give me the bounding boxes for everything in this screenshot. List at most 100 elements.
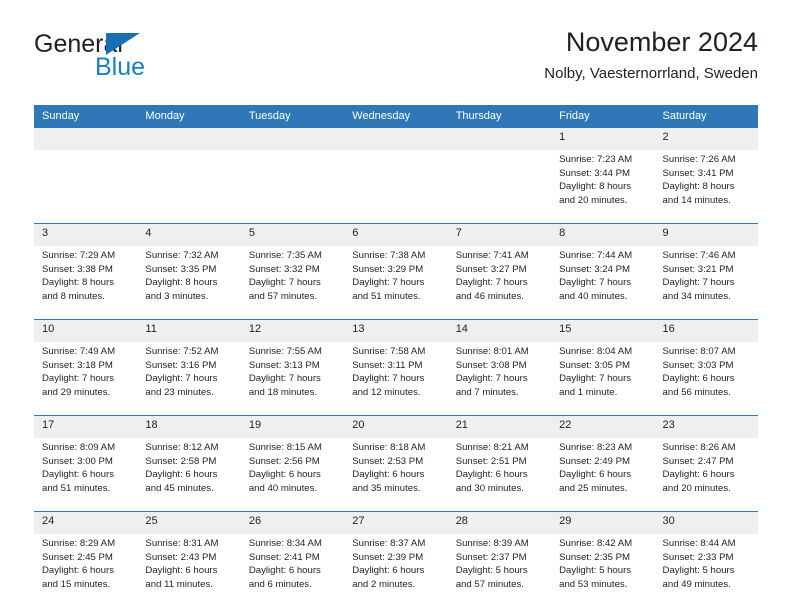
day-number-6[interactable]: 6: [344, 223, 448, 246]
day-number-28[interactable]: 28: [447, 511, 552, 534]
day-detail-line: Sunrise: 7:38 AM: [352, 250, 426, 261]
day-details-12: Sunrise: 7:55 AM Sunset: 3:13 PM Daylight:…: [240, 342, 345, 416]
day-details-23: Sunrise: 8:26 AM Sunset: 2:47 PM Daylight:…: [654, 438, 758, 512]
day-detail-line: Sunrise: 8:09 AM: [42, 442, 116, 453]
day-detail-line: Sunset: 3:11 PM: [352, 359, 423, 371]
day-number-19[interactable]: 19: [240, 415, 345, 438]
day-detail-line: and 11 minutes.: [145, 578, 213, 590]
day-number-1[interactable]: 1: [551, 127, 655, 150]
day-number-12[interactable]: 12: [240, 319, 345, 342]
day-details-5: Sunrise: 7:35 AM Sunset: 3:32 PM Daylight:…: [240, 246, 345, 320]
weekday-header-wednesday: Wednesday: [344, 105, 448, 128]
day-detail-line: Sunset: 2:39 PM: [352, 551, 424, 563]
day-detail-line: Sunrise: 8:23 AM: [559, 442, 633, 453]
day-detail-line: Daylight: 7 hours: [455, 277, 528, 289]
day-detail-line: Sunrise: 8:04 AM: [559, 346, 633, 357]
day-detail-line: and 6 minutes.: [248, 578, 312, 590]
day-number-5[interactable]: 5: [240, 223, 345, 246]
day-detail-line: and 3 minutes.: [145, 290, 209, 302]
day-number-empty: [344, 127, 448, 150]
day-detail-line: Sunrise: 8:07 AM: [662, 346, 736, 357]
day-number-25[interactable]: 25: [137, 511, 241, 534]
day-number-4[interactable]: 4: [137, 223, 241, 246]
day-number-3[interactable]: 3: [34, 223, 138, 246]
day-number-27[interactable]: 27: [344, 511, 448, 534]
day-detail-line: Sunset: 2:45 PM: [42, 551, 113, 563]
day-number-23[interactable]: 23: [654, 415, 758, 438]
day-details-18: Sunrise: 8:12 AM Sunset: 2:58 PM Daylight:…: [137, 438, 241, 512]
day-number-17[interactable]: 17: [34, 415, 138, 438]
day-detail-line: and 30 minutes.: [455, 482, 524, 494]
day-number-24[interactable]: 24: [34, 511, 138, 534]
day-number-9[interactable]: 9: [654, 223, 758, 246]
day-detail-line: and 15 minutes.: [42, 578, 111, 590]
title-block: November 2024 Nolby, Vaesternorrland, Sw…: [544, 26, 758, 84]
day-detail-line: Sunset: 3:00 PM: [42, 455, 113, 467]
day-detail-line: and 51 minutes.: [352, 290, 421, 302]
day-detail-line: and 8 minutes.: [42, 290, 105, 302]
day-detail-line: Daylight: 6 hours: [248, 469, 321, 481]
day-number-21[interactable]: 21: [447, 415, 552, 438]
day-detail-line: Sunset: 2:58 PM: [145, 455, 217, 467]
day-detail-line: Daylight: 6 hours: [145, 565, 218, 577]
day-number-15[interactable]: 15: [551, 319, 655, 342]
day-details-4: Sunrise: 7:32 AM Sunset: 3:35 PM Daylight:…: [137, 246, 241, 320]
day-details-8: Sunrise: 7:44 AM Sunset: 3:24 PM Daylight:…: [551, 246, 655, 320]
day-number-13[interactable]: 13: [344, 319, 448, 342]
day-number-30[interactable]: 30: [654, 511, 758, 534]
day-detail-line: and 34 minutes.: [662, 290, 731, 302]
day-detail-line: Sunset: 2:49 PM: [559, 455, 631, 467]
day-number-26[interactable]: 26: [240, 511, 345, 534]
day-detail-line: Sunset: 2:53 PM: [352, 455, 424, 467]
day-detail-line: Sunrise: 7:35 AM: [248, 250, 322, 261]
logo-triangle-icon: [106, 33, 140, 55]
day-number-empty: [447, 127, 552, 150]
day-detail-line: Sunset: 2:41 PM: [248, 551, 320, 563]
day-number-22[interactable]: 22: [551, 415, 655, 438]
day-detail-line: and 40 minutes.: [559, 290, 628, 302]
day-details-19: Sunrise: 8:15 AM Sunset: 2:56 PM Daylight:…: [240, 438, 345, 512]
day-detail-line: Sunrise: 8:44 AM: [662, 538, 736, 549]
day-detail-line: Sunset: 3:13 PM: [248, 359, 320, 371]
day-number-14[interactable]: 14: [447, 319, 552, 342]
calendar-week-details-row: Sunrise: 8:29 AM Sunset: 2:45 PM Daylight:…: [34, 534, 758, 607]
day-details-11: Sunrise: 7:52 AM Sunset: 3:16 PM Daylight:…: [137, 342, 241, 416]
day-details-empty: [447, 150, 552, 224]
calendar-week-numbers-row: 17 18 19 20 21 22 23: [34, 415, 758, 438]
day-detail-line: and 18 minutes.: [248, 386, 318, 398]
day-detail-line: Sunset: 3:44 PM: [559, 167, 631, 179]
day-detail-line: Sunrise: 8:12 AM: [145, 442, 219, 453]
day-detail-line: and 25 minutes.: [559, 482, 628, 494]
day-detail-line: Sunrise: 7:32 AM: [145, 250, 219, 261]
logo-text-blue: Blue: [95, 53, 146, 81]
day-detail-line: Daylight: 7 hours: [559, 277, 632, 289]
day-details-22: Sunrise: 8:23 AM Sunset: 2:49 PM Daylight:…: [551, 438, 655, 512]
day-detail-line: Sunset: 3:03 PM: [662, 359, 734, 371]
day-detail-line: Sunrise: 8:42 AM: [559, 538, 633, 549]
day-detail-line: Daylight: 7 hours: [42, 373, 114, 385]
day-detail-line: Sunrise: 8:21 AM: [455, 442, 529, 453]
day-number-10[interactable]: 10: [34, 319, 138, 342]
day-number-2[interactable]: 2: [654, 127, 758, 150]
day-details-1: Sunrise: 7:23 AM Sunset: 3:44 PM Daylight:…: [551, 150, 655, 224]
day-detail-line: and 57 minutes.: [455, 578, 524, 590]
calendar-week-details-row: Sunrise: 7:29 AM Sunset: 3:38 PM Daylight:…: [34, 246, 758, 320]
day-detail-line: Sunset: 3:08 PM: [455, 359, 527, 371]
day-detail-line: Sunrise: 7:26 AM: [662, 154, 736, 165]
general-blue-logo[interactable]: General Blue: [34, 30, 244, 90]
day-number-20[interactable]: 20: [344, 415, 448, 438]
page-subtitle: Nolby, Vaesternorrland, Sweden: [544, 65, 758, 82]
day-number-29[interactable]: 29: [551, 511, 655, 534]
day-detail-line: Sunrise: 7:29 AM: [42, 250, 116, 261]
day-number-7[interactable]: 7: [447, 223, 552, 246]
day-number-16[interactable]: 16: [654, 319, 758, 342]
day-detail-line: Sunset: 2:37 PM: [455, 551, 527, 563]
day-detail-line: and 14 minutes.: [662, 194, 731, 206]
day-detail-line: Daylight: 6 hours: [42, 469, 114, 481]
day-number-8[interactable]: 8: [551, 223, 655, 246]
weekday-header-thursday: Thursday: [447, 105, 552, 128]
day-number-11[interactable]: 11: [137, 319, 241, 342]
day-detail-line: Sunrise: 7:23 AM: [559, 154, 633, 165]
day-number-18[interactable]: 18: [137, 415, 241, 438]
day-details-empty: [240, 150, 345, 224]
